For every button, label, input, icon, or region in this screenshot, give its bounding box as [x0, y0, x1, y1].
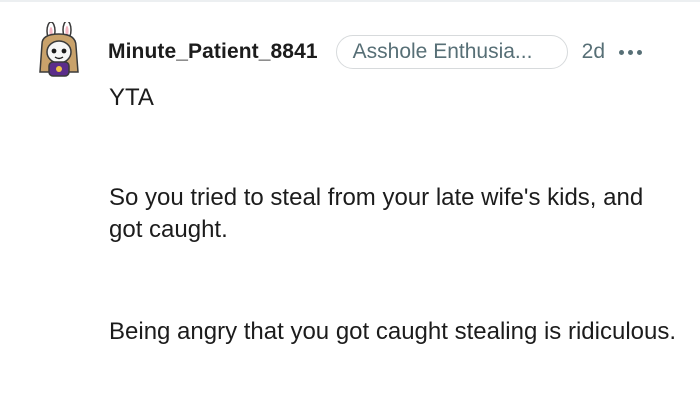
more-dot [628, 49, 634, 55]
comment-paragraph: YTA [109, 84, 154, 111]
comment-paragraph: Being angry that you got caught stealing… [109, 318, 677, 345]
avatar[interactable] [34, 20, 88, 80]
comment-paragraph: So you tried to steal from your late wif… [109, 184, 644, 243]
snoo-avatar-icon [39, 20, 79, 77]
timestamp[interactable]: 2d [582, 40, 605, 64]
more-horizontal-icon[interactable] [619, 49, 643, 55]
more-dot [637, 49, 643, 55]
comment: Minute_Patient_8841 Asshole Enthusia... … [0, 0, 700, 403]
comment-header: Minute_Patient_8841 Asshole Enthusia... … [108, 32, 643, 72]
more-dot [619, 49, 625, 55]
username-link[interactable]: Minute_Patient_8841 [108, 40, 318, 64]
user-flair-badge: Asshole Enthusia... [335, 35, 568, 69]
